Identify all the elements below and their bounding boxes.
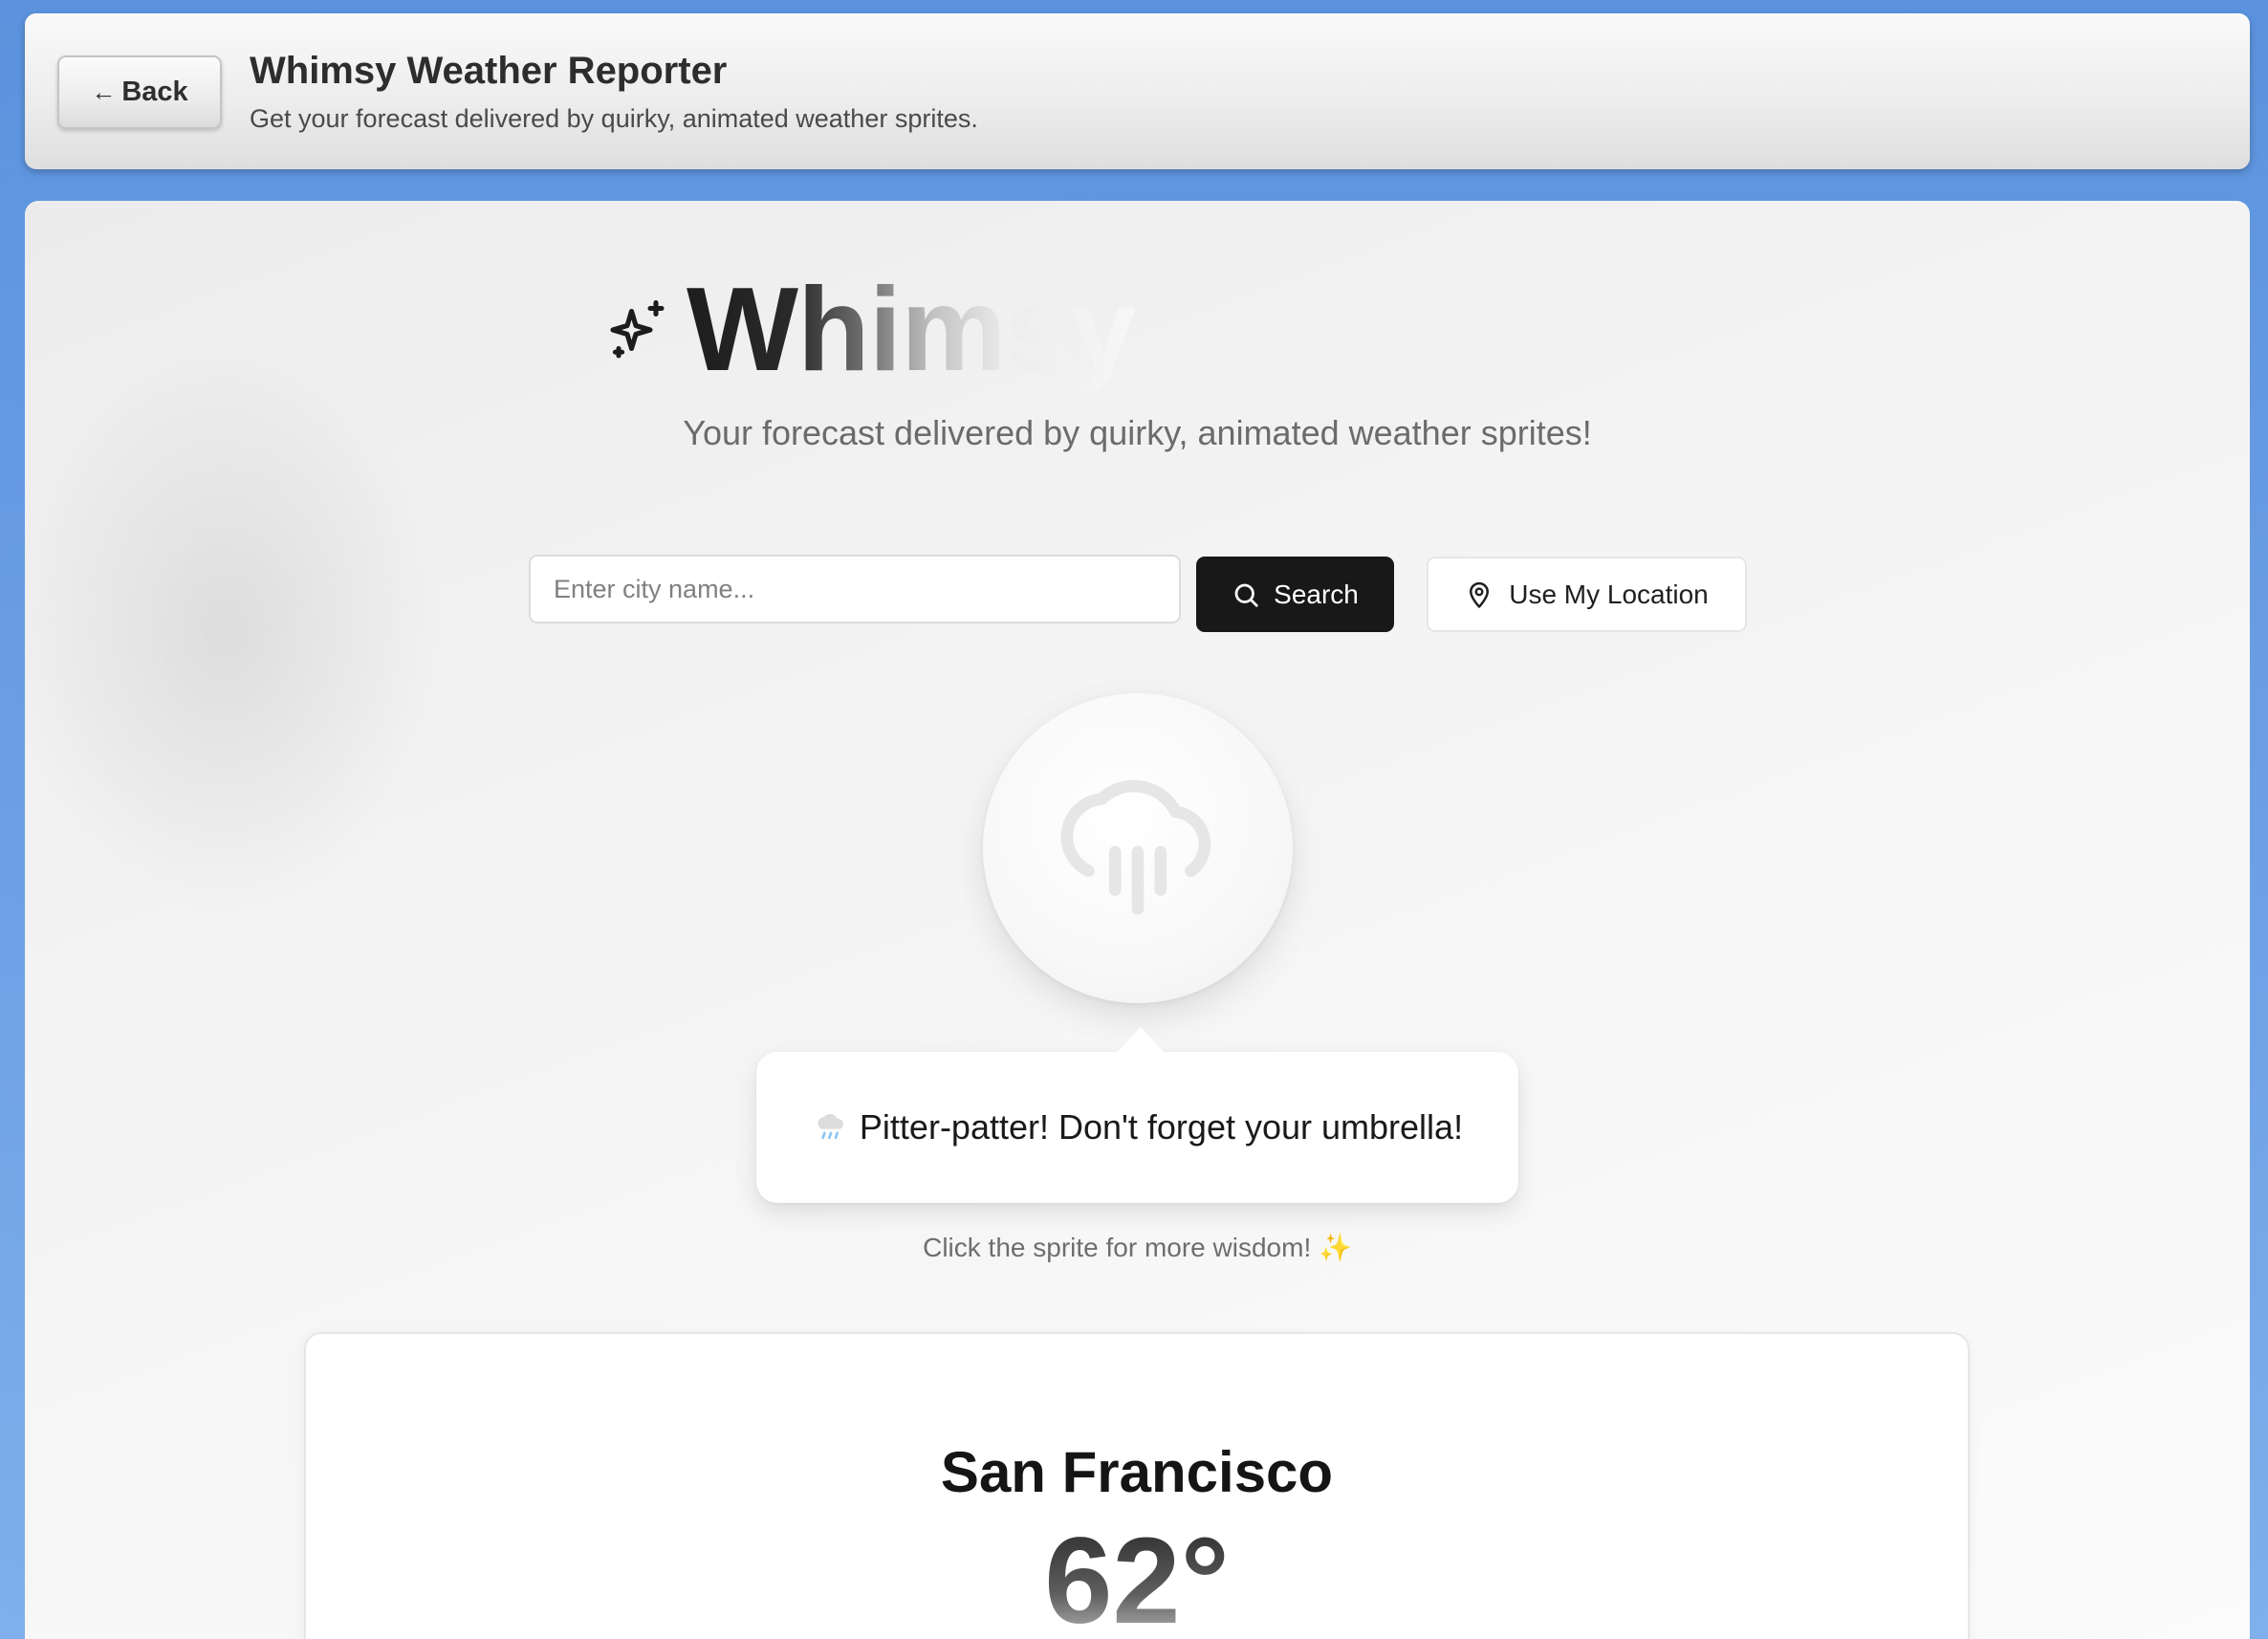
sprite-message: Pitter-patter! Don't forget your umbrell…	[859, 1107, 1464, 1147]
sparkles-icon	[610, 299, 665, 359]
brand: Whimsy	[604, 263, 1136, 396]
cloud-rain-icon	[1060, 779, 1211, 915]
city-name: San Francisco	[940, 1440, 1334, 1504]
back-button[interactable]: ← Back	[57, 55, 222, 129]
tagline: Your forecast delivered by quirky, anima…	[683, 413, 1592, 452]
arrow-left-icon: ←	[91, 77, 117, 106]
main-panel: Whimsy Your forecast delivered by quirky…	[25, 201, 2250, 1639]
rain-cloud-emoji-icon	[818, 1113, 843, 1140]
sparkles-emoji-icon: ✨	[1319, 1233, 1352, 1262]
use-location-button[interactable]: Use My Location	[1427, 557, 1747, 632]
app-header: ← Back Whimsy Weather Reporter Get your …	[25, 13, 2250, 169]
sprite-hint: Click the sprite for more wisdom! ✨	[25, 1232, 2250, 1263]
use-location-label: Use My Location	[1509, 579, 1709, 609]
weather-sprite[interactable]	[983, 693, 1293, 1003]
city-search-input[interactable]	[529, 555, 1181, 623]
search-button[interactable]: Search	[1196, 557, 1394, 632]
sprite-speech-bubble: Pitter-patter! Don't forget your umbrell…	[756, 1027, 1518, 1203]
search-icon	[1234, 583, 1258, 607]
temperature: 62°	[306, 1520, 1968, 1639]
brand-title: Whimsy	[687, 263, 1136, 396]
weather-card: San Francisco 62°	[304, 1332, 1970, 1639]
sprite-hint-text: Click the sprite for more wisdom!	[923, 1233, 1312, 1262]
map-pin-icon	[1470, 581, 1490, 608]
header-subtitle: Get your forecast delivered by quirky, a…	[250, 104, 978, 133]
back-button-label: Back	[121, 76, 188, 107]
header-title: Whimsy Weather Reporter	[250, 50, 728, 92]
search-button-label: Search	[1274, 579, 1359, 609]
